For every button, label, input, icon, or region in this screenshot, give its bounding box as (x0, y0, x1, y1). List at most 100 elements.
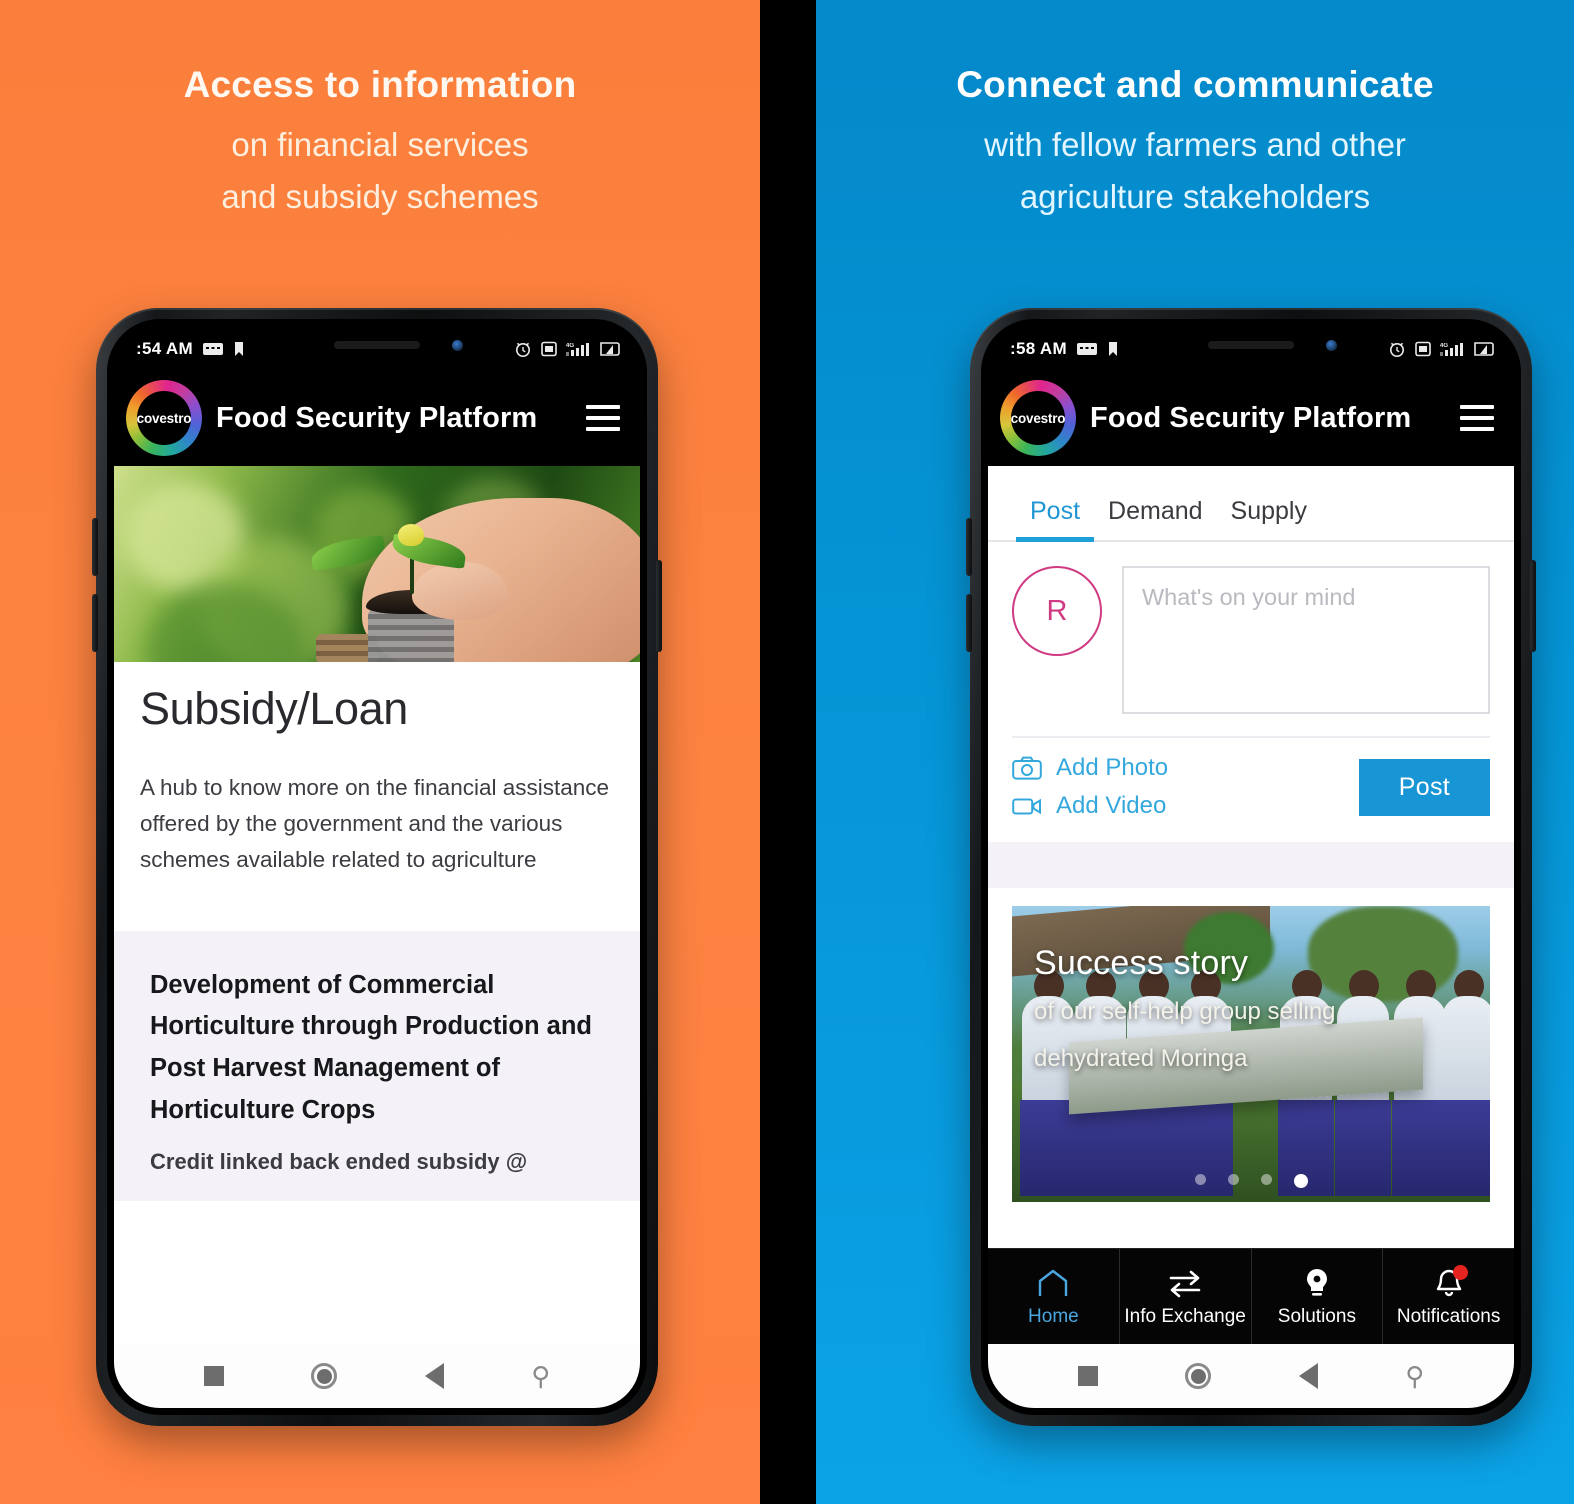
app-title: Food Security Platform (1090, 401, 1412, 434)
left-headline: Access to information on financial servi… (0, 0, 760, 223)
android-nav-bar: ⚲ (114, 1344, 640, 1408)
sim-card-icon (541, 341, 557, 357)
bookmark-icon (234, 342, 243, 356)
status-bar-right: 4G (514, 340, 620, 358)
alarm-icon (516, 342, 530, 357)
carousel-dot[interactable] (1194, 1174, 1206, 1185)
tab-post[interactable]: Post (1016, 497, 1095, 542)
volume-down-button[interactable] (966, 594, 972, 652)
avatar[interactable]: R (1012, 566, 1102, 656)
media-attach-links: Add Photo Add Video (1012, 754, 1168, 820)
phone-screen: :58 AM 4G covestro Food Security Platfor… (988, 328, 1514, 1408)
add-video-button[interactable]: Add Video (1012, 792, 1168, 820)
power-button[interactable] (1530, 560, 1536, 652)
power-button[interactable] (656, 560, 662, 652)
left-phone-mockup: :54 AM 4G covestro Food Security Platfor… (92, 308, 662, 1426)
bottom-nav-info-exchange-label: Info Exchange (1124, 1305, 1246, 1327)
volume-up-button[interactable] (92, 518, 98, 576)
phone-frame: :54 AM 4G covestro Food Security Platfor… (92, 308, 662, 1426)
post-composer: R What's on your mind (988, 542, 1514, 714)
svg-text:4G: 4G (1440, 343, 1448, 349)
signal-4g-icon: 4G (566, 343, 589, 356)
post-button[interactable]: Post (1358, 758, 1490, 816)
screen-body: Subsidy/Loan A hub to know more on the f… (114, 466, 640, 1344)
success-story-text: Success story of our self-help group sel… (1034, 944, 1336, 1076)
hamburger-menu-icon[interactable] (586, 405, 620, 431)
logo-text: covestro (136, 410, 192, 426)
logo-text: covestro (1010, 410, 1066, 426)
accessibility-icon[interactable]: ⚲ (1405, 1363, 1424, 1389)
bottom-nav-bar: Home Info Exchange Solutions Notificatio… (988, 1248, 1514, 1344)
person-graphic (1440, 970, 1490, 1196)
earpiece-notch (334, 341, 420, 349)
accessibility-icon[interactable]: ⚲ (531, 1363, 550, 1389)
covestro-logo-icon: covestro (126, 380, 202, 456)
success-story-card[interactable]: Success story of our self-help group sel… (988, 888, 1514, 1202)
recents-square-icon[interactable] (1077, 1366, 1098, 1386)
scheme-card[interactable]: Development of Commercial Horticulture t… (114, 930, 640, 1202)
svg-text:4G: 4G (566, 343, 574, 349)
bottom-nav-solutions[interactable]: Solutions (1252, 1249, 1384, 1344)
sim-card-icon (1415, 341, 1431, 357)
status-bar: :58 AM 4G (988, 328, 1514, 370)
feed-tabs: Post Demand Supply (988, 466, 1514, 542)
status-bar-right: 4G (1388, 340, 1494, 358)
signal-4g-icon: 4G (1440, 343, 1463, 356)
right-phone-mockup: :58 AM 4G covestro Food Security Platfor… (966, 308, 1536, 1426)
video-camera-icon (1012, 798, 1041, 815)
right-promo-panel: Connect and communicate with fellow farm… (816, 0, 1574, 1504)
volume-down-button[interactable] (92, 594, 98, 652)
hamburger-menu-icon[interactable] (1460, 405, 1494, 431)
back-triangle-icon[interactable] (1298, 1363, 1318, 1389)
alarm-icon (1390, 342, 1404, 357)
phone-bezel: :54 AM 4G covestro Food Security Platfor… (107, 319, 647, 1415)
screenshot-root: Access to information on financial servi… (0, 0, 1574, 1504)
status-time: :58 AM (1010, 339, 1067, 358)
add-photo-button[interactable]: Add Photo (1012, 754, 1168, 782)
home-circle-icon[interactable] (1185, 1363, 1212, 1389)
status-bar-left: :58 AM (1010, 339, 1119, 359)
front-camera-icon (1326, 340, 1337, 351)
right-headline-line3: agriculture stakeholders (1019, 178, 1371, 216)
battery-icon (1474, 342, 1494, 356)
volume-up-button[interactable] (966, 518, 972, 576)
page-title: Subsidy/Loan (140, 683, 408, 734)
android-nav-bar: ⚲ (988, 1344, 1514, 1408)
phone-bezel: :58 AM 4G covestro Food Security Platfor… (981, 319, 1521, 1415)
left-promo-panel: Access to information on financial servi… (0, 0, 760, 1504)
article-content: Subsidy/Loan A hub to know more on the f… (114, 662, 640, 879)
left-headline-line3: and subsidy schemes (221, 178, 539, 216)
status-time: :54 AM (136, 339, 193, 358)
carousel-dot[interactable] (1227, 1174, 1239, 1185)
screen-body: Post Demand Supply R What's on your mind (988, 466, 1514, 1248)
home-circle-icon[interactable] (311, 1363, 338, 1389)
carousel-dot-active[interactable] (1293, 1174, 1308, 1188)
camera-icon (1012, 756, 1042, 780)
carousel-dot[interactable] (1260, 1174, 1272, 1185)
right-headline-line2: with fellow farmers and other (984, 126, 1406, 163)
status-bar: :54 AM 4G (114, 328, 640, 370)
composer-actions: Add Photo Add Video Post (1012, 736, 1490, 820)
success-story-image: Success story of our self-help group sel… (1012, 906, 1490, 1202)
recents-square-icon[interactable] (203, 1366, 224, 1386)
back-triangle-icon[interactable] (424, 1363, 444, 1389)
scheme-title: Development of Commercial Horticulture t… (150, 970, 592, 1124)
bottom-nav-home[interactable]: Home (988, 1249, 1120, 1344)
message-icon (1076, 343, 1097, 355)
left-headline-line2: on financial services (231, 126, 529, 163)
section-separator (988, 842, 1514, 888)
bell-icon (1433, 1265, 1469, 1300)
tab-supply[interactable]: Supply (1217, 497, 1321, 540)
status-bar-left: :54 AM (136, 339, 245, 359)
app-title: Food Security Platform (216, 401, 538, 434)
tab-demand[interactable]: Demand (1094, 497, 1217, 540)
bottom-nav-notifications[interactable]: Notifications (1383, 1249, 1514, 1344)
right-headline-main: Connect and communicate (956, 64, 1434, 105)
story-line-2: dehydrated Moringa (1034, 1044, 1248, 1072)
add-photo-label: Add Photo (1056, 754, 1169, 781)
bottom-nav-info-exchange[interactable]: Info Exchange (1120, 1249, 1252, 1344)
post-input[interactable]: What's on your mind (1122, 566, 1490, 714)
message-icon (202, 343, 223, 355)
app-bar: covestro Food Security Platform (114, 370, 640, 466)
bottom-nav-home-label: Home (1028, 1305, 1079, 1327)
